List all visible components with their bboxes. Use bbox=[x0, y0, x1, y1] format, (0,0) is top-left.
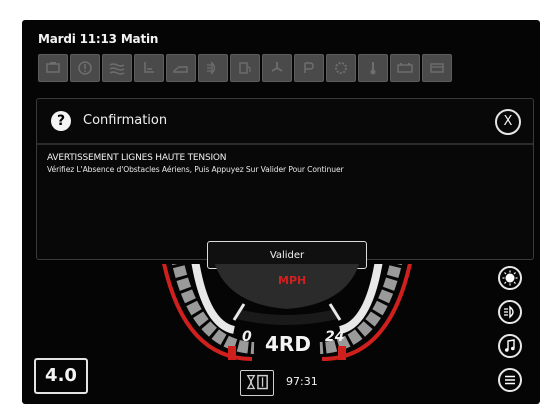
gear-indicator: 4RD bbox=[265, 332, 311, 356]
close-button[interactable]: X bbox=[495, 109, 521, 135]
headlight-icon bbox=[198, 54, 228, 82]
seat-icon bbox=[134, 54, 164, 82]
fuel-icon bbox=[230, 54, 260, 82]
menu-button[interactable] bbox=[498, 368, 522, 392]
headlight-icon bbox=[504, 305, 514, 319]
coolant-icon bbox=[102, 54, 132, 82]
datetime: Mardi 11:13 Matin bbox=[38, 32, 159, 46]
dialog-header: ? Confirmation X bbox=[37, 99, 533, 145]
gear-warning-icon bbox=[326, 54, 356, 82]
indicator-bar bbox=[38, 54, 532, 82]
warning-message: Vérifiez L'Absence d'Obstacles Aériens, … bbox=[47, 165, 344, 174]
battery-icon bbox=[390, 54, 420, 82]
work-light-icon bbox=[502, 270, 518, 286]
temperature-icon bbox=[358, 54, 388, 82]
question-icon: ? bbox=[51, 111, 71, 131]
work-light-button[interactable] bbox=[498, 266, 522, 290]
parking-icon bbox=[294, 54, 324, 82]
menu-icon bbox=[505, 375, 515, 385]
display-screen: Mardi 11:13 Matin ? Confirmation X AVERT… bbox=[22, 20, 540, 404]
confirmation-dialog: ? Confirmation X AVERTISSEMENT LIGNES HA… bbox=[36, 98, 534, 269]
oil-icon bbox=[166, 54, 196, 82]
gauge-min-label: 0 bbox=[242, 329, 252, 345]
gauge-max-label: 24 bbox=[325, 329, 344, 345]
service-icon bbox=[422, 54, 452, 82]
dialog-title: Confirmation bbox=[83, 113, 168, 128]
engine-icon bbox=[38, 54, 68, 82]
music-button[interactable] bbox=[498, 334, 522, 358]
speed-unit: MPH bbox=[278, 274, 307, 287]
hourmeter-icon bbox=[240, 370, 274, 396]
warning-title: AVERTISSEMENT LIGNES HAUTE TENSION bbox=[47, 153, 227, 163]
headlight-button[interactable] bbox=[498, 300, 522, 324]
warning-circle-icon bbox=[70, 54, 100, 82]
music-icon bbox=[505, 339, 515, 352]
fan-icon bbox=[262, 54, 292, 82]
hourmeter-value: 97:31 bbox=[286, 375, 318, 388]
speed-readout: 4.0 bbox=[34, 358, 88, 394]
